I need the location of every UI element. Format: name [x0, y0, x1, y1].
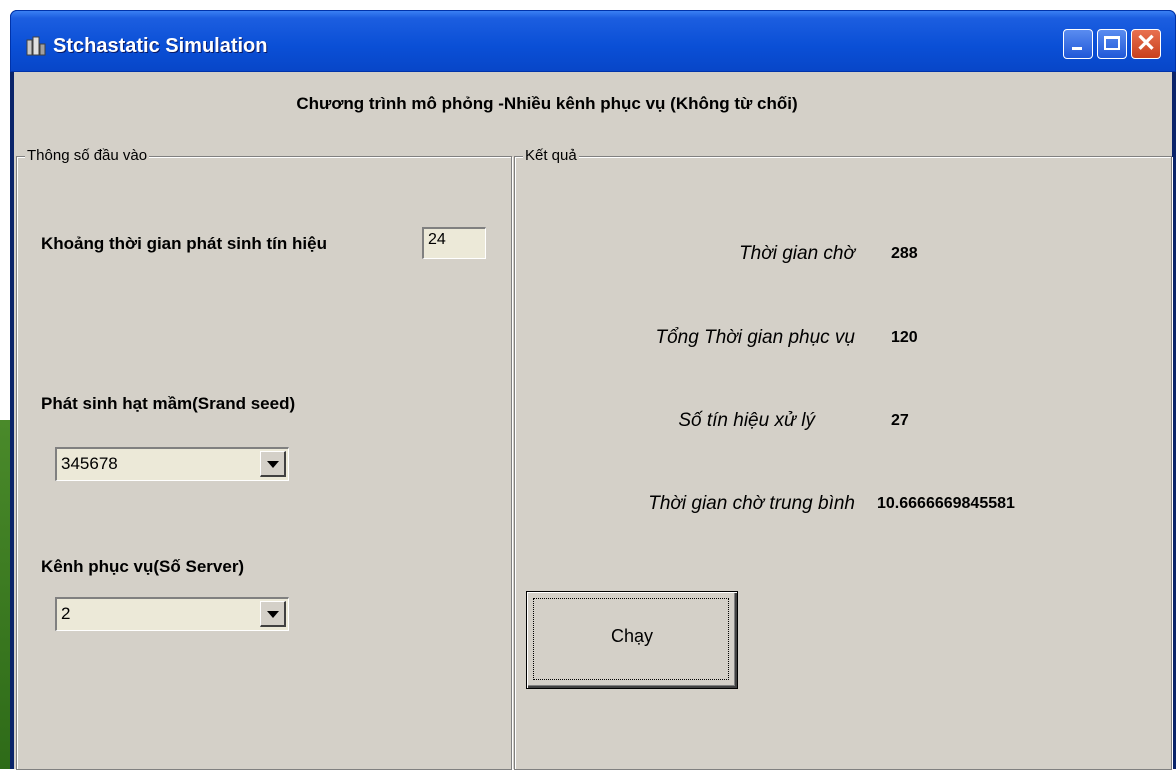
run-button-label: Chạy [610, 626, 654, 646]
servers-label: Kênh phục vụ(Số Server) [41, 557, 245, 576]
total-service-value: 120 [891, 329, 918, 346]
seed-dropdown-button[interactable] [260, 451, 286, 477]
servers-select[interactable]: 2 [55, 597, 289, 631]
seed-select[interactable]: 345678 [55, 447, 289, 481]
avg-wait-label: Thời gian chờ trung bình [648, 493, 855, 514]
interval-input-value: 24 [428, 231, 446, 248]
seed-select-value: 345678 [61, 454, 118, 473]
seed-label: Phát sinh hạt mầm(Srand seed) [41, 394, 296, 413]
minimize-button[interactable] [1063, 29, 1093, 59]
desktop-wallpaper [0, 420, 10, 769]
maximize-icon [1104, 36, 1120, 50]
total-service-label: Tổng Thời gian phục vụ [655, 327, 856, 348]
chevron-down-icon [267, 461, 279, 468]
minimize-icon [1072, 47, 1082, 50]
servers-dropdown-button[interactable] [260, 601, 286, 627]
window-title: Stchastatic Simulation [53, 35, 268, 57]
signals-value: 27 [891, 412, 909, 429]
close-button[interactable]: ✕ [1131, 29, 1161, 59]
avg-wait-value: 10.6666669845581 [877, 495, 1015, 512]
close-icon: ✕ [1136, 30, 1157, 57]
wait-time-value: 288 [891, 245, 918, 262]
interval-label: Khoảng thời gian phát sinh tín hiệu [41, 234, 327, 253]
title-bar[interactable]: Stchastatic Simulation ✕ [10, 10, 1176, 72]
input-groupbox: Thông số đầu vào Khoảng thời gian phát s… [16, 147, 512, 770]
signals-label: Số tín hiệu xử lý [678, 410, 815, 431]
app-icon [25, 36, 47, 56]
app-window: Stchastatic Simulation ✕ Chương trình mô… [10, 10, 1176, 770]
input-group-legend: Thông số đầu vào [25, 147, 150, 164]
run-button[interactable]: Chạy [526, 591, 738, 689]
maximize-button[interactable] [1097, 29, 1127, 59]
result-group-legend: Kết quả [523, 147, 579, 164]
chevron-down-icon [267, 611, 279, 618]
page-title: Chương trình mô phỏng -Nhiều kênh phục v… [296, 94, 798, 113]
client-area: Chương trình mô phỏng -Nhiều kênh phục v… [14, 72, 1172, 770]
wait-time-label: Thời gian chờ [739, 243, 855, 264]
interval-input[interactable]: 24 [422, 227, 486, 259]
servers-select-value: 2 [61, 604, 71, 623]
